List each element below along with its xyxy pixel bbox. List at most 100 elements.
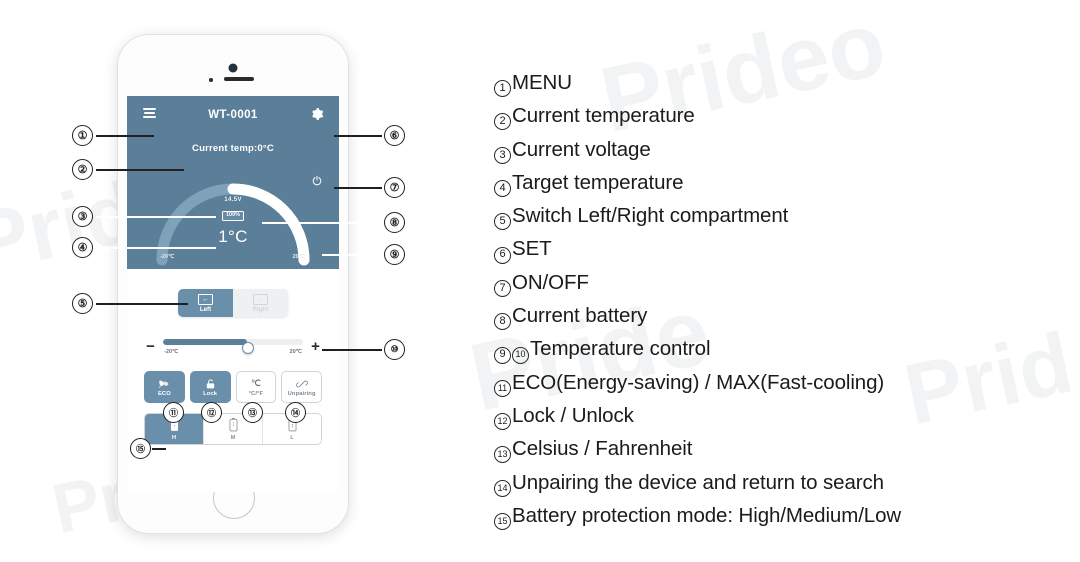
unlink-icon [295, 378, 308, 390]
phone-screen: WT-0001 Current temp:0°C 14.5V 100% 1°C … [127, 96, 339, 492]
compartment-left-label: Left [199, 305, 212, 313]
legend-item: 9 10 Temperature control [494, 332, 901, 365]
legend-number: 2 [494, 113, 511, 131]
leader-line-3 [96, 216, 216, 218]
temperature-unit-label: °C/°F [248, 390, 264, 397]
callout-7: ⑦ [384, 177, 405, 198]
lock-icon [205, 378, 216, 390]
hamburger-menu-icon[interactable] [143, 108, 157, 120]
temperature-slider[interactable]: -20℃ 20℃ [163, 339, 303, 355]
compartment-switch[interactable]: ← Left → Right [178, 289, 288, 317]
slider-fill [163, 339, 247, 345]
battery-mode-low-label: L [290, 435, 294, 441]
arrow-left-icon: ← [198, 293, 213, 305]
watermark: Prid [896, 314, 1080, 444]
legend-text: Unpairing the device and return to searc… [512, 470, 884, 494]
callout-5: ⑤ [72, 293, 93, 314]
legend-item: 12 Lock / Unlock [494, 399, 901, 432]
arrow-right-icon: → [253, 293, 268, 305]
callout-8: ⑧ [384, 212, 405, 233]
battery-mode-high-label: H [171, 435, 177, 441]
unpairing-button[interactable]: Unpairing [281, 371, 322, 403]
legend-item: 15 Battery protection mode: High/Medium/L… [494, 499, 901, 532]
leader-line-7 [334, 187, 382, 189]
leader-line-1 [96, 135, 154, 137]
legend-text: MENU [512, 71, 572, 94]
callout-1: ① [72, 125, 93, 146]
callout-11: ⑪ [163, 402, 184, 423]
legend-item: 1 MENU [494, 66, 901, 99]
decrease-temp-button[interactable]: − [145, 339, 156, 354]
current-temp-readout: Current temp:0°C [192, 143, 274, 154]
legend-number: 5 [494, 213, 511, 231]
legend-text: SET [512, 237, 552, 261]
callout-10: ⑩ [384, 339, 405, 360]
lock-button[interactable]: Lock [189, 371, 231, 403]
legend-item: 14 Unpairing the device and return to sea… [494, 466, 901, 499]
gauge-scale-max: 20℃ [292, 254, 305, 260]
eco-label: ECO [157, 390, 171, 397]
legend-item: 5 Switch Left/Right compartment [494, 199, 901, 232]
legend-number: 6 [494, 246, 511, 264]
callout-2: ② [72, 159, 93, 180]
leader-line-2 [96, 169, 184, 171]
slider-thumb[interactable] [242, 342, 254, 354]
legend-text: Current temperature [512, 104, 695, 128]
legend-number: 10 [512, 346, 529, 364]
temperature-unit-button[interactable]: ℃ °C/°F [235, 371, 277, 403]
slider-min-label: -20℃ [164, 349, 179, 355]
legend-number: 13 [494, 446, 511, 464]
eco-button[interactable]: ECO [144, 371, 185, 403]
callout-9: ⑨ [384, 244, 405, 265]
legend-item: 8 Current battery [494, 299, 901, 332]
slider-track[interactable] [163, 339, 303, 345]
legend-text: Lock / Unlock [512, 403, 634, 427]
increase-temp-button[interactable]: + [310, 339, 321, 354]
callout-3: ③ [72, 206, 93, 227]
unpairing-label: Unpairing [287, 390, 316, 397]
leader-line-15 [152, 448, 166, 450]
phone-mockup: WT-0001 Current temp:0°C 14.5V 100% 1°C … [117, 34, 349, 534]
legend-text: Temperature control [530, 337, 711, 361]
lock-label: Lock [203, 390, 218, 397]
function-button-row: ECO Lock ℃ °C/°F Unpairing [144, 371, 322, 403]
legend-text: ECO(Energy-saving) / MAX(Fast-cooling) [512, 370, 885, 394]
proximity-sensor-icon [209, 78, 213, 82]
temperature-control-row: − -20℃ 20℃ + [145, 339, 321, 355]
callout-4: ④ [72, 237, 93, 258]
front-camera-icon [230, 65, 236, 71]
callout-13: ⑬ [242, 402, 263, 423]
compartment-right-label: Right [252, 305, 269, 313]
legend-text: ON/OFF [512, 270, 589, 294]
legend-number: 11 [494, 379, 511, 397]
app-header-panel: WT-0001 Current temp:0°C 14.5V 100% 1°C … [127, 96, 339, 269]
earpiece-speaker [224, 77, 254, 81]
leader-line-6 [334, 135, 382, 137]
leader-line-9 [322, 254, 382, 256]
leader-line-4 [96, 247, 216, 249]
legend-text: Battery protection mode: High/Medium/Low [512, 503, 902, 527]
gauge-scale-min: -20℃ [160, 254, 175, 260]
slider-max-label: 20℃ [289, 349, 302, 355]
app-title: WT-0001 [208, 109, 258, 121]
gauge-track [156, 183, 310, 266]
callout-15: ⑮ [130, 438, 151, 459]
legend-number: 15 [494, 513, 511, 530]
legend-item: 13 Celsius / Fahrenheit [494, 432, 901, 465]
temperature-unit-icon: ℃ [250, 378, 261, 388]
compartment-right-button[interactable]: → Right [233, 289, 288, 317]
legend-item: 7 ON/OFF [494, 266, 901, 299]
app-topbar: WT-0001 [127, 96, 339, 134]
legend-text: Target temperature [512, 170, 684, 194]
legend-item: 2 Current temperature [494, 99, 901, 132]
battery-mode-medium-label: M [230, 435, 236, 441]
legend-item: 11 ECO(Energy-saving) / MAX(Fast-cooling) [494, 366, 901, 399]
battery-medium-icon [229, 417, 238, 434]
legend-number: 1 [494, 80, 511, 98]
legend-text: Celsius / Fahrenheit [512, 437, 693, 461]
legend-number: 7 [494, 279, 511, 297]
legend-number: 12 [494, 413, 511, 431]
gear-icon[interactable] [310, 107, 324, 121]
callout-14: ⑭ [285, 402, 306, 423]
leaf-icon [158, 378, 170, 390]
